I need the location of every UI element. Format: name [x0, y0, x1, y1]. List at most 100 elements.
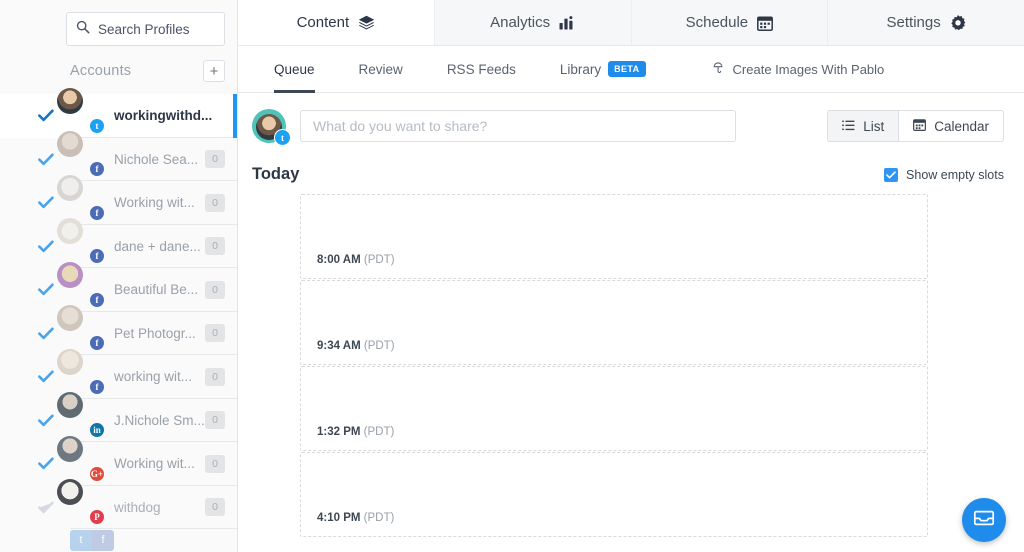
facebook-badge-icon: f: [89, 291, 105, 308]
account-checkmark-icon[interactable]: [36, 327, 56, 340]
slot-timezone: (PDT): [363, 426, 395, 438]
nav-tab-label: Schedule: [685, 14, 749, 31]
account-avatar: f: [57, 218, 105, 265]
account-name: Nichole Sea...: [114, 151, 199, 167]
account-checkmark-icon[interactable]: [36, 414, 56, 427]
account-post-count: 0: [205, 150, 225, 169]
account-checkmark-icon[interactable]: [36, 109, 56, 122]
slot-time-value: 4:10 PM: [317, 512, 361, 524]
slot-time-value: 8:00 AM: [317, 254, 361, 266]
buffer-app: Accounts + t workingwithd... f Nichole Sea.…: [0, 0, 1024, 552]
search-input[interactable]: [98, 21, 215, 37]
layers-icon: [358, 15, 375, 30]
account-checkmark-icon[interactable]: [36, 501, 56, 514]
slot-time: 9:34 AM (PDT): [317, 340, 395, 352]
account-checkmark-icon[interactable]: [36, 240, 56, 253]
account-avatar: f: [57, 174, 105, 221]
account-post-count: 0: [205, 367, 225, 386]
search-box[interactable]: [66, 12, 225, 46]
account-row[interactable]: f working wit... 0: [0, 348, 237, 399]
bar-chart-icon: [559, 15, 575, 30]
account-checkmark-icon[interactable]: [36, 457, 56, 470]
account-name: Beautiful Be...: [114, 282, 199, 298]
subnav-tab-label: Library: [559, 61, 602, 77]
nav-tab-schedule[interactable]: Schedule: [631, 0, 829, 45]
account-checkmark-icon[interactable]: [36, 153, 56, 166]
account-row[interactable]: in J.Nichole Sm... 0: [0, 392, 237, 442]
gear-icon: [950, 14, 966, 31]
sidebar: Accounts + t workingwithd... f Nichole Sea.…: [0, 0, 238, 552]
list-icon: [842, 119, 855, 134]
slot-time-value: 9:34 AM: [317, 340, 361, 352]
subnav-tab-rss-feeds[interactable]: RSS Feeds: [425, 46, 538, 93]
account-name: Working wit...: [114, 195, 195, 211]
today-heading: Today: [252, 165, 300, 183]
queue-slot[interactable]: 8:00 AM (PDT): [300, 194, 928, 279]
account-row[interactable]: f Working wit... 0: [0, 174, 237, 225]
partial-bottom-row[interactable]: t f: [0, 529, 237, 551]
subnav-tab-review[interactable]: Review: [337, 46, 425, 93]
account-row[interactable]: f dane + dane... 0: [0, 218, 237, 268]
account-avatar: f: [57, 305, 105, 352]
slot-timezone: (PDT): [363, 512, 395, 524]
account-row[interactable]: t workingwithd...: [0, 87, 237, 138]
nav-tab-label: Analytics: [490, 14, 551, 31]
primary-nav: Content Analytics Schedule Settings: [238, 0, 1024, 46]
calendar-view-label: Calendar: [934, 118, 989, 134]
beta-badge: BETA: [608, 61, 646, 77]
account-row[interactable]: f Pet Photogr... 0: [0, 305, 237, 355]
inbox-icon: [973, 507, 995, 534]
account-avatar: f: [57, 261, 105, 308]
checkbox-icon[interactable]: [884, 167, 899, 182]
queue-slot[interactable]: 1:32 PM (PDT): [300, 366, 928, 451]
facebook-badge-icon: f: [89, 161, 105, 178]
queue-slot[interactable]: 9:34 AM (PDT): [300, 280, 928, 365]
subnav-tab-label: Queue: [274, 61, 315, 77]
subnav-tab-label: RSS Feeds: [446, 61, 516, 77]
share-input[interactable]: [300, 110, 736, 142]
facebook-badge-icon: f: [89, 204, 105, 221]
account-name: Pet Photogr...: [114, 325, 196, 341]
facebook-icon: f: [92, 529, 114, 551]
account-checkmark-icon[interactable]: [36, 283, 56, 296]
add-account-button[interactable]: +: [203, 60, 225, 82]
search-profiles-container: [0, 0, 237, 46]
twitter-badge-icon: t: [274, 129, 291, 146]
nav-tab-label: Content: [296, 14, 350, 31]
twitter-badge-icon: t: [89, 117, 105, 134]
composer-avatar[interactable]: t: [252, 109, 291, 146]
account-row[interactable]: G+ Working wit... 0: [0, 435, 237, 486]
search-icon: [76, 20, 90, 39]
facebook-badge-icon: f: [89, 378, 105, 395]
linkedin-badge-icon: in: [89, 422, 105, 439]
calendar-icon: [757, 15, 774, 31]
calendar-icon: [913, 118, 927, 134]
nav-tab-content[interactable]: Content: [238, 0, 435, 45]
account-checkmark-icon[interactable]: [36, 370, 56, 383]
account-row[interactable]: Pwithdog 0: [0, 479, 237, 529]
account-row[interactable]: f Beautiful Be... 0: [0, 261, 237, 312]
nav-tab-settings[interactable]: Settings: [828, 0, 1024, 45]
subnav-tab-label: Review: [358, 61, 403, 77]
facebook-badge-icon: f: [89, 335, 105, 352]
create-images-with-pablo-link[interactable]: Create Images With Pablo: [712, 61, 885, 78]
calendar-view-button[interactable]: Calendar: [898, 110, 1004, 142]
queue-slot[interactable]: 4:10 PM (PDT): [300, 452, 928, 537]
pablo-label: Create Images With Pablo: [732, 61, 885, 77]
pablo-icon: [712, 61, 726, 78]
nav-tab-analytics[interactable]: Analytics: [434, 0, 632, 45]
list-view-button[interactable]: List: [827, 110, 899, 142]
show-empty-slots-toggle[interactable]: Show empty slots: [884, 167, 1004, 182]
account-avatar: P: [57, 479, 105, 526]
slot-time: 4:10 PM (PDT): [317, 512, 394, 524]
account-avatar: t: [57, 87, 105, 134]
nav-tab-label: Settings: [886, 14, 941, 31]
twitter-icon: t: [70, 529, 92, 551]
account-name: Working wit...: [114, 456, 195, 472]
subnav-tab-library[interactable]: Library BETA: [538, 46, 668, 93]
subnav-tab-queue[interactable]: Queue: [252, 46, 337, 93]
view-toggle: List Calendar: [827, 110, 1004, 142]
chat-widget-button[interactable]: [962, 498, 1006, 542]
account-row[interactable]: f Nichole Sea... 0: [0, 131, 237, 181]
account-checkmark-icon[interactable]: [36, 196, 56, 209]
